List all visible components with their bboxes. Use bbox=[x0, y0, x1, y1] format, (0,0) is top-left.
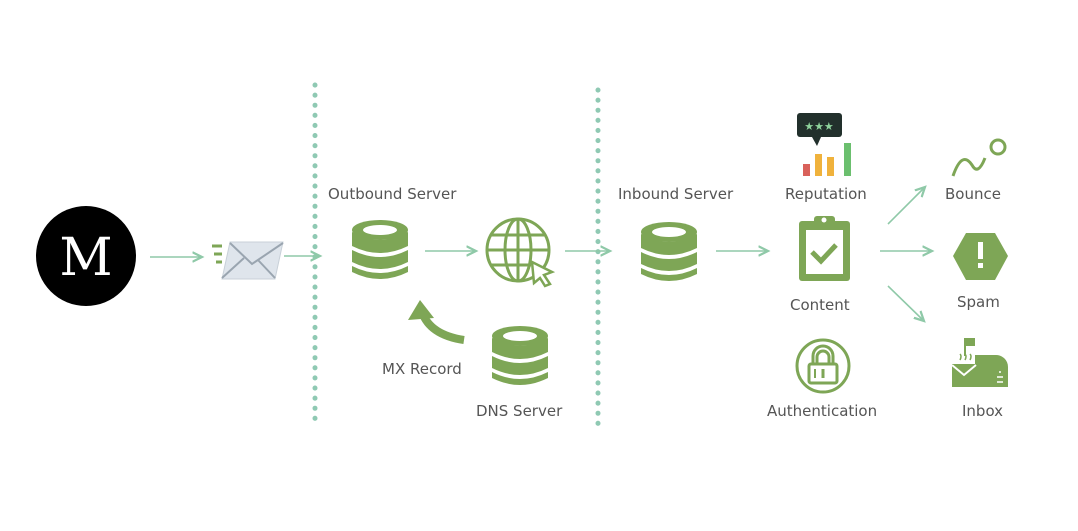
bounce-icon bbox=[951, 138, 1007, 177]
envelope-icon bbox=[212, 241, 284, 280]
curved-arrow-icon bbox=[408, 300, 465, 344]
authentication-label: Authentication bbox=[767, 402, 877, 420]
content-label: Content bbox=[790, 296, 850, 314]
globe-cursor-icon bbox=[485, 217, 556, 288]
inbound-server-database-icon bbox=[641, 222, 697, 281]
spam-label: Spam bbox=[957, 293, 1000, 311]
rating-chart-icon: ★★★ bbox=[797, 113, 851, 176]
dns-server-database-icon bbox=[492, 326, 548, 385]
lock-icon bbox=[795, 338, 851, 394]
bounce-label: Bounce bbox=[945, 185, 1001, 203]
outbound-server-database-icon bbox=[352, 220, 408, 279]
svg-text:★★★: ★★★ bbox=[804, 120, 834, 133]
dns-server-label: DNS Server bbox=[476, 402, 563, 420]
logo: M bbox=[36, 206, 136, 306]
svg-text:M: M bbox=[59, 228, 112, 288]
warning-hexagon-icon bbox=[953, 233, 1008, 280]
inbox-label: Inbox bbox=[962, 402, 1003, 420]
mx-record-label: MX Record bbox=[382, 360, 462, 378]
inbound-server-label: Inbound Server bbox=[618, 185, 734, 203]
clipboard-check-icon bbox=[799, 216, 850, 281]
reputation-label: Reputation bbox=[785, 185, 867, 203]
email-delivery-diagram: M Outbound Server MX Record DNS Server I… bbox=[36, 82, 1009, 433]
mailbox-icon bbox=[951, 338, 1009, 387]
outbound-server-label: Outbound Server bbox=[328, 185, 457, 203]
